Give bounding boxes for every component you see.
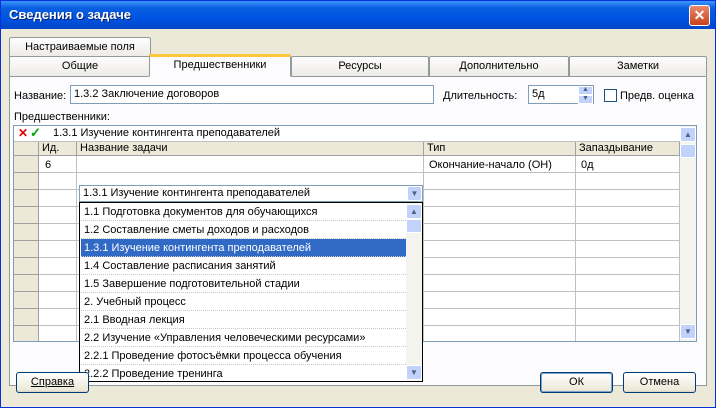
spin-up-icon: ▲ [582,86,589,93]
grid-scrollbar[interactable]: ▲ ▼ [680,126,696,341]
row-selector[interactable] [14,241,39,258]
list-item[interactable]: 1.2 Составление сметы доходов и расходов [81,221,406,239]
row-selector[interactable] [14,326,39,341]
column-divider [423,156,424,341]
tab-label: Предшественники [173,59,267,71]
dropdown-scroll-thumb[interactable] [406,219,422,233]
tab-general[interactable]: Общие [9,56,151,76]
duration-spin-up[interactable]: ▲ [578,86,593,95]
list-item[interactable]: 2. Учебный процесс [81,293,406,311]
row-selector[interactable] [14,309,39,326]
duration-label: Длительность: [443,90,518,102]
dropdown-scrollbar[interactable]: ▲ ▼ [406,203,422,381]
predecessors-label: Предшественники: [14,111,110,123]
column-divider [76,156,77,341]
window-title: Сведения о задаче [9,7,131,22]
row-selector[interactable] [14,207,39,224]
dropdown-scroll-up[interactable]: ▲ [406,204,422,219]
tab-label: Настраиваемые поля [25,41,135,53]
tab-advanced[interactable]: Дополнительно [429,56,569,76]
column-header-type[interactable]: Тип [424,142,576,156]
title-bar[interactable]: Сведения о задаче ✕ [1,1,715,29]
list-item-selected[interactable]: 1.3.1 Изучение контингента преподавателе… [81,239,406,257]
row-selector[interactable] [14,275,39,292]
grid-edit-value[interactable]: 1.3.1 Изучение контингента преподавателе… [53,127,280,139]
list-item[interactable]: 2.1 Вводная лекция [81,311,406,329]
list-item[interactable]: 1.5 Завершение подготовительной стадии [81,275,406,293]
arrow-down-icon: ▼ [684,327,692,336]
spin-down-icon: ▼ [582,95,589,102]
task-name-dropdown: 1.1 Подготовка документов для обучающихс… [79,202,423,382]
arrow-up-icon: ▲ [684,130,692,139]
column-header-name[interactable]: Название задачи [77,142,424,156]
tab-notes[interactable]: Заметки [569,56,707,76]
row-id: 6 [45,159,52,171]
task-name-input[interactable]: 1.3.2 Заключение договоров [70,85,434,104]
dialog-body: Настраиваемые поля Общие Предшественники… [4,29,712,406]
task-info-dialog: Сведения о задаче ✕ Настраиваемые поля О… [0,0,716,408]
tab-label: Ресурсы [338,60,382,72]
ok-button[interactable]: ОК [540,372,613,393]
list-item[interactable]: 2.2.2 Проведение тренинга [81,365,406,381]
row-selector[interactable] [14,258,39,275]
cancel-button-label: Отмена [639,376,680,388]
cancel-button[interactable]: Отмена [623,372,696,393]
combo-value: 1.3.1 Изучение контингента преподавателе… [83,187,311,199]
tab-custom-fields[interactable]: Настраиваемые поля [9,37,151,57]
duration-value: 5д [532,88,545,100]
row-selector[interactable] [14,190,39,207]
grid-edit-bar: ✕ ✓ 1.3.1 Изучение контингента преподава… [14,126,680,142]
list-item[interactable]: 2.2.1 Проведение фотосъёмки процесса обу… [81,347,406,365]
grid-scroll-up[interactable]: ▲ [680,127,696,142]
dropdown-scroll-down[interactable]: ▼ [406,365,422,380]
grid-corner [14,142,39,156]
row-selector[interactable] [14,292,39,309]
close-button[interactable]: ✕ [689,5,710,26]
arrow-up-icon: ▲ [410,207,418,216]
green-check-icon[interactable]: ✓ [30,126,41,141]
grid-scroll-down[interactable]: ▼ [680,324,696,339]
red-x-icon[interactable]: ✕ [18,126,28,140]
ok-button-label: ОК [569,376,584,388]
chevron-down-icon: ▼ [410,189,419,198]
row-selector[interactable] [14,173,39,190]
help-button-label: Справка [30,376,75,388]
row-selector[interactable] [14,224,39,241]
column-divider [575,156,576,341]
tab-label: Заметки [616,60,660,72]
list-item[interactable]: 1.4 Составление расписания занятий [81,257,406,275]
tab-label: Общие [61,60,99,72]
combo-dropdown-button[interactable]: ▼ [407,186,422,201]
tab-resources[interactable]: Ресурсы [291,56,429,76]
list-item[interactable]: 1.1 Подготовка документов для обучающихс… [81,203,406,221]
column-header-lag[interactable]: Запаздывание [576,142,680,156]
help-button[interactable]: Справка [16,372,89,393]
estimate-checkbox[interactable] [604,89,617,102]
row-type[interactable]: Окончание-начало (ОН) [429,159,552,171]
tab-label: Дополнительно [459,60,539,72]
grid-scroll-thumb[interactable] [680,144,696,158]
task-name-combo[interactable]: 1.3.1 Изучение контингента преподавателе… [79,185,423,202]
row-lag[interactable]: 0д [581,159,594,171]
tab-predecessors[interactable]: Предшественники [149,54,291,77]
name-label: Название: [14,90,67,102]
list-item[interactable]: 2.2 Изучение «Управления человеческими р… [81,329,406,347]
arrow-down-icon: ▼ [410,368,418,377]
row-selector[interactable] [14,156,39,173]
duration-spin-down[interactable]: ▼ [578,95,593,104]
estimate-label: Предв. оценка [620,90,694,102]
column-header-id[interactable]: Ид. [39,142,77,156]
close-icon: ✕ [693,7,706,23]
